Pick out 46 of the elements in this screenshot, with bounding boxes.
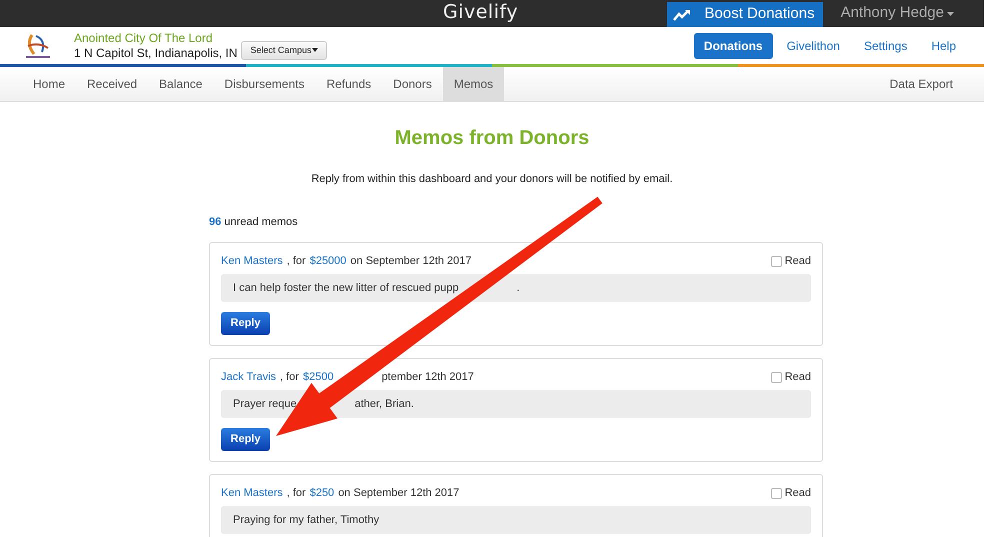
- boost-donations-button[interactable]: Boost Donations: [666, 2, 823, 27]
- memo-meta-text: , for: [286, 254, 306, 269]
- memo-meta-text: on September 12th 2017: [338, 486, 460, 501]
- memo-meta-text: on September 12th 2017: [350, 254, 472, 269]
- header-link[interactable]: Donations: [694, 32, 773, 58]
- nav-tab[interactable]: Refunds: [315, 67, 382, 101]
- memo-meta-text: , for: [286, 486, 306, 501]
- amount-link[interactable]: $25000: [310, 253, 346, 270]
- header-link[interactable]: Help: [921, 32, 966, 58]
- read-checkbox[interactable]: Read: [770, 485, 811, 502]
- amount-link[interactable]: $250: [310, 485, 334, 502]
- page-title: Memos from Donors: [394, 126, 590, 151]
- page-subtitle: Reply from within this dashboard and your donors will be notified by email.: [310, 172, 674, 187]
- header-link[interactable]: Givelithon: [776, 32, 850, 58]
- select-campus-dropdown[interactable]: Select Campus: [241, 40, 328, 60]
- memo-message-text: ather, Brian.: [354, 396, 414, 412]
- nav-tab[interactable]: Memos: [442, 67, 504, 101]
- memo-message-text: Praying for my father, Timothy: [233, 512, 380, 528]
- memo-message-text: Prayer reque: [233, 396, 297, 412]
- organization-address: 1 N Capitol St, Indianapolis, IN: [74, 46, 238, 60]
- reply-button[interactable]: Reply: [221, 428, 270, 451]
- data-export-link[interactable]: Data Export: [878, 67, 964, 101]
- unread-memos-text: 96 unread memos: [209, 214, 299, 230]
- nav-tab[interactable]: Home: [22, 67, 76, 101]
- reply-button[interactable]: Reply: [221, 312, 270, 335]
- memo-meta-text: ptember 12th 2017: [382, 370, 474, 385]
- caret-icon: [312, 48, 318, 52]
- memo-meta-text: , for: [280, 370, 299, 385]
- nav-tab[interactable]: Donors: [382, 67, 443, 101]
- organization-name: Anointed City Of The Lord: [74, 30, 214, 46]
- donor-link[interactable]: Jack Travis: [221, 369, 276, 386]
- donor-link[interactable]: Ken Masters: [221, 253, 283, 270]
- nav-tab[interactable]: Disbursements: [213, 67, 316, 101]
- amount-link[interactable]: $2500: [302, 369, 334, 386]
- brand-logo: Givelify: [443, 0, 518, 24]
- read-checkbox[interactable]: Read: [770, 253, 811, 270]
- donor-link[interactable]: Ken Masters: [221, 485, 283, 502]
- header-link[interactable]: Settings: [854, 32, 918, 58]
- read-checkbox[interactable]: Read: [770, 369, 811, 386]
- nav-tab[interactable]: Balance: [148, 67, 214, 101]
- memo-message-text: .: [516, 280, 520, 296]
- user-menu[interactable]: Anthony Hedge: [822, 0, 984, 27]
- trend-up-icon: [672, 8, 690, 20]
- nav-tab[interactable]: Received: [76, 67, 148, 101]
- caret-icon: [947, 12, 954, 16]
- memo-message-text: I can help foster the new litter of rescued pupp: [233, 280, 459, 296]
